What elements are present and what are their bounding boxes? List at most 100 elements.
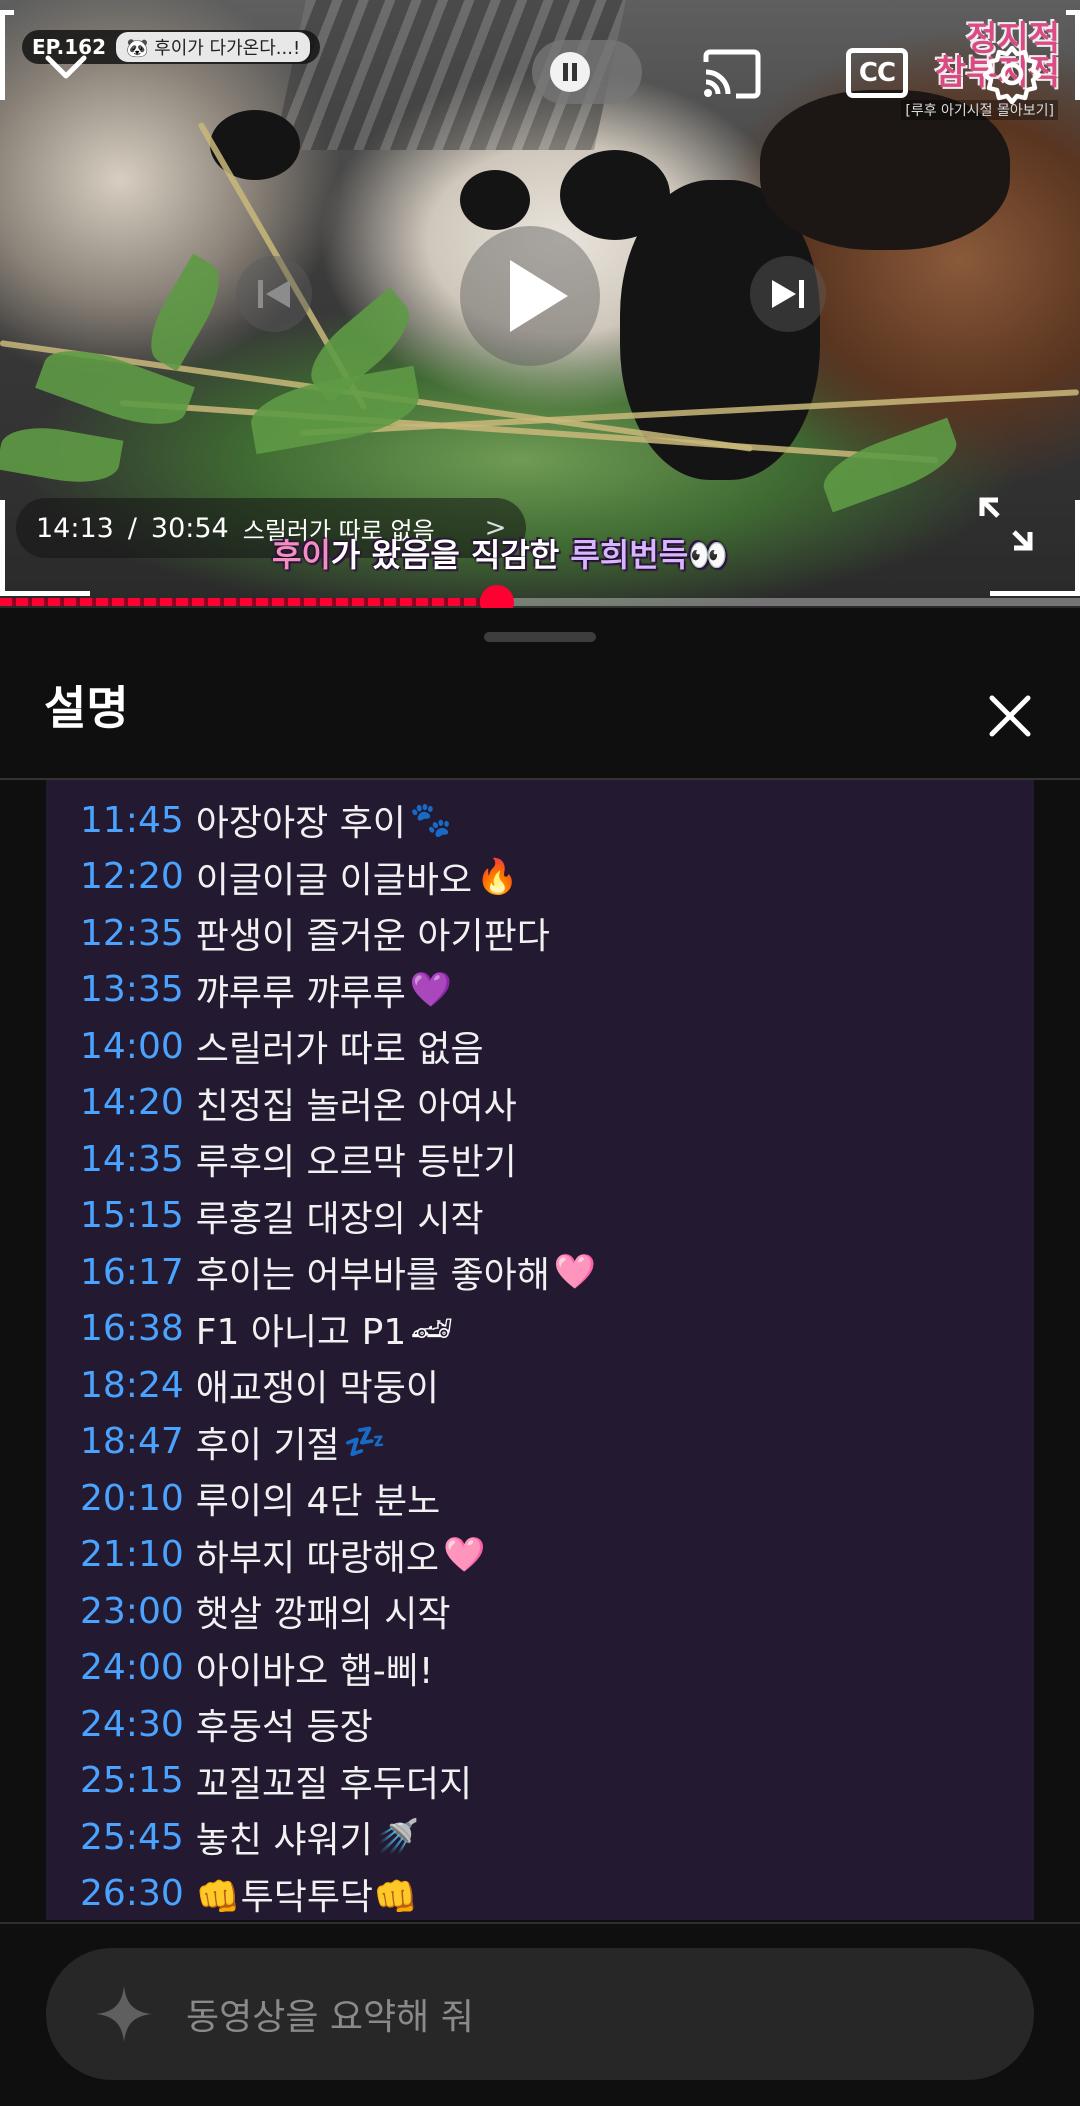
chapter-emoji: 💜 (409, 969, 453, 1010)
chapter-label: 후동석 등장 (195, 1707, 373, 1749)
progress-scrubber[interactable] (479, 585, 514, 608)
bottom-divider (0, 1922, 1080, 1924)
next-icon (772, 280, 804, 308)
chapter-row: 12:20 이글이글 이글바오 🔥 (46, 849, 1034, 906)
chapter-row: 18:24 애교쟁이 막둥이 (46, 1357, 1034, 1414)
chapter-row: 13:35 꺄루루 꺄루루 💜 (46, 962, 1034, 1019)
chapter-timestamp-link[interactable]: 20:10 (80, 1478, 184, 1519)
chapter-emoji: 💤 (343, 1421, 387, 1462)
next-button[interactable] (750, 256, 826, 332)
chapter-label: 햇살 깡패의 시작 (195, 1594, 451, 1636)
chapter-row: 11:45 아장아장 후이 🐾 (46, 792, 1034, 849)
chapter-row: 24:30 후동석 등장 (46, 1696, 1034, 1753)
progress-fill (0, 598, 497, 606)
cast-icon[interactable] (700, 48, 764, 100)
chapter-row: 14:35 루후의 오르막 등반기 (46, 1131, 1034, 1188)
chapter-emoji: 🚿 (376, 1817, 420, 1858)
chapter-row: 20:10 루이의 4단 분노 (46, 1470, 1034, 1527)
chapter-timestamp-link[interactable]: 26:30 (80, 1873, 184, 1914)
chapter-row: 23:00 햇살 깡패의 시작 (46, 1583, 1034, 1640)
chapter-timestamp-link[interactable]: 11:45 (80, 800, 184, 841)
chapter-label: 판생이 즐거운 아기판다 (195, 916, 550, 958)
chapter-label: 친정집 놀러온 아여사 (195, 1085, 517, 1127)
chapter-timestamp-link[interactable]: 18:47 (80, 1421, 184, 1462)
chapter-label: 후이 기절 (195, 1424, 340, 1466)
chapter-label: 루후의 오르막 등반기 (195, 1142, 517, 1184)
fullscreen-icon[interactable] (974, 492, 1038, 556)
ask-input[interactable]: 동영상을 요약해 줘 (46, 1948, 1034, 2080)
progress-bar[interactable] (0, 585, 1080, 608)
ask-placeholder: 동영상을 요약해 줘 (186, 1997, 474, 2038)
panel-title: 설명 (44, 681, 129, 735)
scene-leaf (138, 253, 232, 372)
chapter-label: 아이바오 햅-삐! (195, 1650, 434, 1692)
episode-title: 🐼 후이가 다가온다...! (116, 32, 311, 62)
frame-corner (0, 10, 14, 100)
chapter-label: 루홍길 대장의 시작 (195, 1198, 484, 1240)
pause-button[interactable] (532, 40, 642, 104)
scene-panda-eye (460, 170, 530, 230)
chapter-timestamp-link[interactable]: 13:35 (80, 969, 184, 1010)
chapter-timestamp-link[interactable]: 23:00 (80, 1591, 184, 1632)
chapter-label: 스릴러가 따로 없음 (195, 1029, 484, 1071)
captions-button[interactable]: CC (846, 48, 908, 98)
chapter-emoji: 🔥 (476, 856, 519, 897)
scene-bamboo (119, 400, 939, 464)
chapter-row: 15:15 루홍길 대장의 시작 (46, 1188, 1034, 1245)
chapter-label: 이글이글 이글바오 (195, 859, 473, 901)
chapter-row: 18:47 후이 기절 💤 (46, 1414, 1034, 1471)
chapter-timestamp-link[interactable]: 24:30 (80, 1704, 184, 1745)
chapter-timestamp-link[interactable]: 16:38 (80, 1308, 184, 1349)
chapter-label: 꼬질꼬질 후두더지 (195, 1763, 473, 1805)
chapter-row: 16:38 F1 아니고 P1 🏎 (46, 1301, 1034, 1358)
chapter-timestamp-link[interactable]: 14:20 (80, 1082, 184, 1123)
chapter-timestamp-link[interactable]: 14:35 (80, 1139, 184, 1180)
scene-leaf (0, 419, 124, 491)
chapter-row: 26:30 👊투닥투닥👊 (46, 1866, 1034, 1921)
close-icon[interactable] (982, 688, 1038, 744)
chapter-label: 아장아장 후이 (195, 803, 406, 845)
chapter-emoji: 🩷 (443, 1534, 486, 1575)
chapter-timestamp-link[interactable]: 24:00 (80, 1647, 184, 1688)
chapter-label: 루이의 4단 분노 (195, 1481, 441, 1523)
chapter-timestamp-link[interactable]: 18:24 (80, 1365, 184, 1406)
current-time: 14:13 (36, 512, 114, 544)
chapter-timestamp-link[interactable]: 21:10 (80, 1534, 184, 1575)
chevron-down-icon[interactable] (44, 52, 88, 82)
chapter-timestamp-link[interactable]: 14:00 (80, 1026, 184, 1067)
previous-button[interactable] (236, 256, 312, 332)
chapter-list: 11:45 아장아장 후이 🐾 12:20 이글이글 이글바오 🔥 12:35 판생이 즐거운… (46, 780, 1034, 1920)
chapter-row: 14:00 스릴러가 따로 없음 (46, 1018, 1034, 1075)
chapter-label: 꺄루루 꺄루루 (195, 972, 406, 1014)
subtitle-part: 후이 (272, 536, 331, 574)
chapter-timestamp-link[interactable]: 12:20 (80, 856, 184, 897)
chapter-row: 21:10 하부지 따랑해오 🩷 (46, 1527, 1034, 1584)
chapter-label: 👊투닥투닥👊 (195, 1876, 418, 1918)
chapter-timestamp-link[interactable]: 25:15 (80, 1760, 184, 1801)
play-button[interactable] (460, 226, 600, 366)
play-icon (510, 260, 568, 332)
chapter-timestamp-link[interactable]: 16:17 (80, 1252, 184, 1293)
chapter-label: 애교쟁이 막둥이 (195, 1368, 440, 1410)
subtitle-part: 루희번득👀 (570, 536, 729, 574)
chapter-timestamp-link[interactable]: 12:35 (80, 913, 184, 954)
time-separator: / (127, 512, 137, 544)
burned-in-subtitle: 후이가 왔음을 직감한 루희번득👀 (272, 530, 728, 576)
chapter-timestamp-link[interactable]: 15:15 (80, 1195, 184, 1236)
chapter-row: 16:17 후이는 어부바를 좋아해 🩷 (46, 1244, 1034, 1301)
chapter-label: F1 아니고 P1 (195, 1311, 407, 1353)
duration: 30:54 (150, 512, 229, 544)
chapter-row: 12:35 판생이 즐거운 아기판다 (46, 905, 1034, 962)
drag-handle[interactable] (484, 632, 596, 642)
chapter-row: 25:15 꼬질꼬질 후두더지 (46, 1753, 1034, 1810)
chapter-emoji: 🏎 (410, 1308, 454, 1349)
chapter-row: 14:20 친정집 놀러온 아여사 (46, 1075, 1034, 1132)
pause-icon (550, 52, 590, 92)
description-box[interactable]: 11:45 아장아장 후이 🐾 12:20 이글이글 이글바오 🔥 12:35 판생이 즐거운… (46, 780, 1034, 1920)
chapter-label: 하부지 따랑해오 (195, 1537, 440, 1579)
chapter-row: 24:00 아이바오 햅-삐! (46, 1640, 1034, 1697)
chapter-timestamp-link[interactable]: 25:45 (80, 1817, 184, 1858)
video-player[interactable]: EP.162 🐼 후이가 다가온다...! 정지적 참부지적 [루후 아기시절 몰… (0, 0, 1080, 608)
settings-gear-icon[interactable] (980, 42, 1044, 106)
chapter-emoji: 🐾 (409, 800, 453, 841)
